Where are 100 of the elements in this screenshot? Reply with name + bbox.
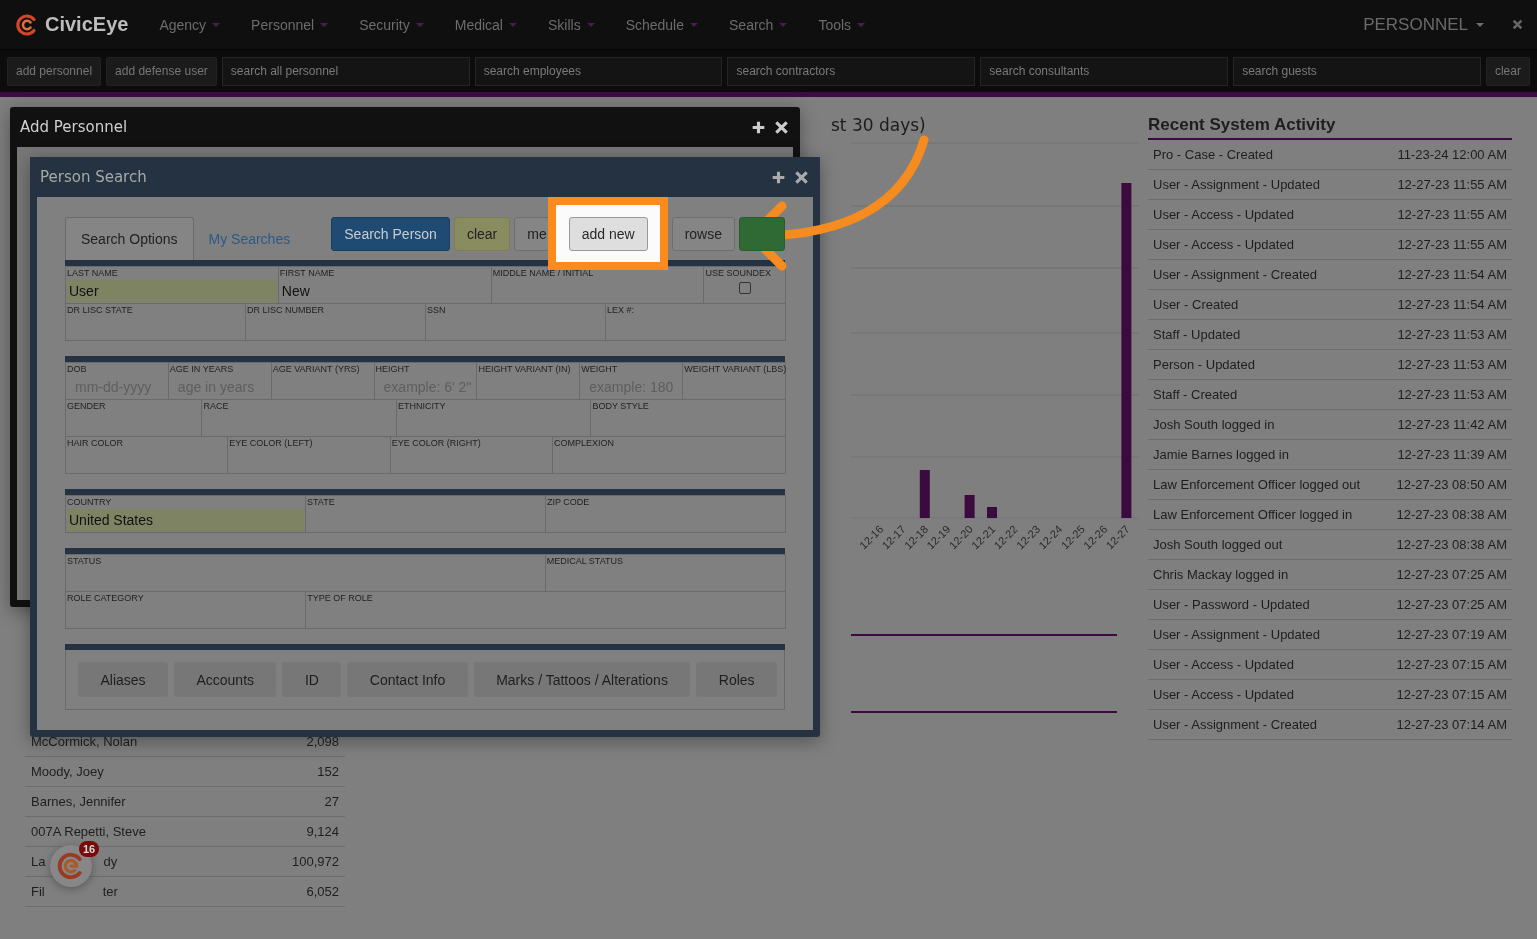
record-count: 100,972 (292, 854, 339, 869)
activity-time: 12-27-23 11:55 AM (1397, 237, 1507, 252)
section-tab[interactable]: ID (282, 662, 342, 697)
activity-time: 12-27-23 11:53 AM (1397, 357, 1507, 372)
record-count: 2,098 (306, 734, 339, 749)
search-field[interactable]: search contractors (727, 56, 976, 86)
person-name: Barnes, Jennifer (31, 794, 126, 809)
input-field[interactable]: New (279, 280, 490, 302)
activity-time: 12-27-23 11:39 AM (1397, 447, 1507, 462)
close-icon[interactable] (795, 170, 808, 184)
field-label: COUNTRY (66, 496, 113, 508)
activity-event: Josh South logged in (1153, 417, 1275, 432)
activity-event: Pro - Case - Created (1153, 147, 1273, 162)
field-label: DR LISC NUMBER (246, 304, 325, 316)
window-title: Add Personnel (20, 118, 129, 136)
person-name: dy (103, 854, 118, 869)
activity-time: 12-27-23 07:14 AM (1396, 717, 1507, 732)
activity-time: 12-27-23 07:25 AM (1396, 597, 1507, 612)
caret-icon (779, 22, 788, 27)
notification-badge: 16 (79, 841, 100, 857)
menu-item[interactable]: Tools (805, 16, 879, 33)
toolbar-button[interactable]: add personnel (7, 56, 102, 86)
section-title: Recent System Activity (1148, 115, 1512, 140)
field-label: AGE IN YEARS (168, 363, 235, 375)
plus-icon[interactable] (772, 170, 785, 184)
field-label: ETHNICITY (396, 400, 447, 412)
plus-icon[interactable] (752, 120, 765, 134)
field-label: MEDICAL STATUS (545, 555, 624, 567)
field-label: LAST NAME (66, 267, 119, 279)
activity-time: 12-27-23 07:15 AM (1396, 687, 1507, 702)
activity-event: User - Access - Updated (1153, 687, 1294, 702)
search-field[interactable]: search guests (1233, 56, 1481, 86)
section-tab[interactable]: Roles (696, 662, 777, 697)
caret-icon (586, 22, 595, 27)
activity-event: Staff - Created (1153, 387, 1238, 402)
record-count: 152 (317, 764, 339, 779)
menu-item[interactable]: Agency (146, 16, 234, 33)
activity-event: Law Enforcement Officer logged out (1153, 477, 1361, 492)
menu-item[interactable]: Search (716, 16, 801, 33)
field-label: ROLE CATEGORY (66, 592, 145, 604)
tab[interactable]: Search Options (65, 217, 194, 260)
record-count: 6,052 (306, 884, 339, 899)
chart-title: st 30 days) (831, 115, 926, 135)
action-button[interactable] (739, 217, 785, 251)
activity-event: User - Access - Updated (1153, 207, 1294, 222)
section-tab[interactable]: Accounts (174, 662, 277, 697)
activity-time: 12-27-23 07:19 AM (1396, 627, 1507, 642)
field-label: TYPE OF ROLE (306, 592, 374, 604)
field-label: EYE COLOR (LEFT) (228, 437, 314, 449)
field-label: ZIP CODE (546, 496, 591, 508)
input-field[interactable]: United States (67, 509, 304, 531)
action-button[interactable]: rowse (671, 217, 735, 251)
activity-event: Staff - Updated (1153, 327, 1241, 342)
search-field[interactable]: search consultants (980, 56, 1229, 86)
person-name: Moody, Joey (31, 764, 104, 779)
field-label: HEIGHT (374, 363, 411, 375)
section-tab[interactable]: Aliases (78, 662, 168, 697)
field-label: BODY STYLE (591, 400, 650, 412)
activity-event: User - Password - Updated (1153, 597, 1310, 612)
search-field[interactable]: search employees (474, 56, 723, 86)
activity-time: 12-27-23 11:55 AM (1397, 177, 1507, 192)
action-button[interactable]: Search Person (331, 217, 450, 251)
activity-time: 12-27-23 07:15 AM (1396, 657, 1507, 672)
field-label: DR LISC STATE (66, 304, 134, 316)
activity-time: 12-27-23 07:25 AM (1396, 567, 1507, 582)
record-count: 9,124 (306, 824, 339, 839)
action-button[interactable]: clear (453, 217, 511, 251)
field-label: WEIGHT VARIANT (LBS) (683, 363, 785, 375)
activity-event: User - Created (1153, 297, 1239, 312)
menu-item[interactable]: Skills (534, 16, 608, 33)
field-label: DOB (66, 363, 88, 375)
section-tab[interactable]: Marks / Tattoos / Alterations (473, 662, 691, 697)
field-label: AGE VARIANT (YRS) (271, 363, 361, 375)
search-field[interactable]: search all personnel (221, 56, 470, 86)
activity-event: Person - Updated (1153, 357, 1255, 372)
activity-event: Jamie Barnes logged in (1153, 447, 1289, 462)
menu-item[interactable]: Medical (441, 16, 530, 33)
user-menu[interactable]: PERSONNEL (1357, 13, 1490, 36)
activity-time: 12-27-23 11:42 AM (1397, 417, 1507, 432)
brand-name: CivicEye (45, 13, 129, 36)
field-label: STATE (306, 496, 336, 508)
menu-item[interactable]: Personnel (238, 16, 342, 33)
activity-time: 12-27-23 11:54 AM (1397, 267, 1507, 282)
field-label: HAIR COLOR (66, 437, 124, 449)
person-name: La (31, 854, 46, 869)
activity-time: 12-27-23 11:53 AM (1397, 387, 1507, 402)
activity-event: User - Assignment - Updated (1153, 627, 1320, 642)
menu-item[interactable]: Schedule (612, 16, 712, 33)
field-label: FIRST NAME (278, 267, 336, 279)
menu-item[interactable]: Security (346, 16, 437, 33)
checkbox[interactable] (738, 282, 751, 294)
section-tab[interactable]: Contact Info (347, 662, 468, 697)
logo-icon (15, 12, 39, 37)
toolbar-button[interactable]: add defense user (106, 56, 217, 86)
field-label: COMPLEXION (553, 437, 616, 449)
person-name: ter (102, 884, 118, 899)
action-button[interactable]: add new (568, 217, 648, 251)
input-field[interactable]: User (67, 280, 277, 302)
field-label: STATUS (66, 555, 103, 567)
clear-button[interactable]: clear (1485, 56, 1530, 86)
